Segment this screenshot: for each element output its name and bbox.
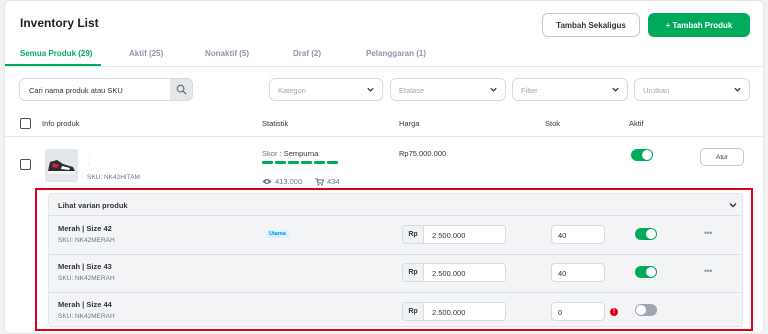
highlight-frame (35, 188, 753, 331)
category-dropdown-label: Kategori (278, 86, 306, 95)
sort-dropdown-label: Urutkan (643, 86, 670, 95)
product-name[interactable]: · (87, 151, 89, 158)
quality-score: Skor : Sempurna (262, 149, 318, 158)
showcase-dropdown-label: Etalase (399, 86, 425, 95)
page-title: Inventory List (20, 16, 99, 30)
views-stat: 413.000 (262, 177, 302, 186)
shoe-image-icon (45, 149, 78, 182)
search-button[interactable] (170, 79, 192, 100)
column-header-active: Aktif (629, 119, 644, 128)
sold-count: 434 (327, 177, 340, 186)
filter-dropdown[interactable]: Filter (512, 78, 628, 101)
bulk-add-button[interactable]: Tambah Sekaligus (542, 13, 640, 37)
tab-draft[interactable]: Draf (2) (293, 49, 321, 58)
chevron-down-icon (367, 87, 374, 92)
sold-stat: 434 (315, 177, 340, 186)
tab-all-products[interactable]: Semua Produk (29) (20, 49, 92, 58)
cart-icon (315, 177, 324, 186)
filter-dropdown-label: Filter (521, 86, 538, 95)
column-header-statistics: Statistik (262, 119, 289, 128)
showcase-dropdown[interactable]: Etalase (390, 78, 506, 101)
product-price: Rp75.000.000 (399, 149, 447, 158)
inventory-card: Inventory List Tambah Sekaligus + Tambah… (4, 0, 764, 334)
column-header-product-info: Info produk (42, 119, 80, 128)
product-sku: SKU: NK42HITAM (87, 174, 140, 181)
search-input[interactable]: Cari nama produk atau SKU (29, 86, 123, 95)
product-subtitle: · (87, 161, 90, 168)
tab-violations[interactable]: Pelanggaran (1) (366, 49, 426, 58)
search-box[interactable]: Cari nama produk atau SKU (19, 78, 193, 101)
score-value: Sempurna (283, 149, 319, 158)
product-checkbox[interactable] (20, 159, 31, 170)
add-product-button[interactable]: + Tambah Produk (648, 13, 750, 37)
manage-product-button[interactable]: Atur (700, 148, 744, 166)
select-all-checkbox[interactable] (20, 118, 31, 129)
product-active-toggle[interactable] (631, 149, 653, 161)
tab-inactive[interactable]: Nonaktif (5) (205, 49, 249, 58)
category-dropdown[interactable]: Kategori (269, 78, 383, 101)
chevron-down-icon (490, 87, 497, 92)
tab-active[interactable]: Aktif (25) (129, 49, 163, 58)
eye-icon (262, 179, 272, 184)
score-bars (262, 161, 338, 164)
product-image[interactable] (45, 149, 78, 182)
views-count: 413.000 (275, 177, 303, 186)
search-icon (176, 84, 187, 95)
chevron-down-icon (612, 87, 619, 92)
column-header-stock: Stok (545, 119, 561, 128)
active-tab-indicator (5, 64, 101, 66)
divider (5, 136, 763, 137)
score-label: Skor : (262, 149, 282, 158)
status-tabs: Semua Produk (29) Aktif (25) Nonaktif (5… (5, 45, 763, 67)
chevron-down-icon (734, 87, 741, 92)
column-header-price: Harga (399, 119, 420, 128)
sort-dropdown[interactable]: Urutkan (634, 78, 750, 101)
